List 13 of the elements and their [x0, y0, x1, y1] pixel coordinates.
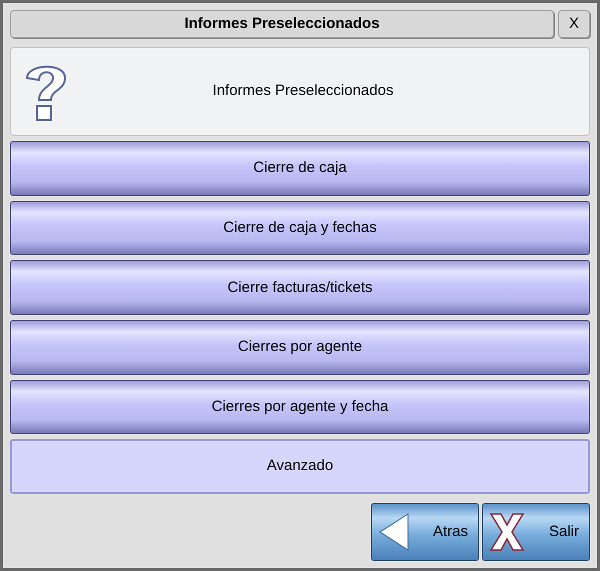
x-icon — [489, 512, 525, 551]
exit-button[interactable]: Salir — [482, 502, 590, 561]
left-triangle-icon — [378, 512, 410, 551]
close-button[interactable]: X — [558, 10, 590, 38]
report-option-button[interactable]: Cierre de caja — [10, 141, 590, 196]
report-option-button[interactable]: Cierre de caja y fechas — [10, 200, 590, 256]
report-option-button[interactable]: Avanzado — [10, 439, 590, 494]
report-option-button[interactable]: Cierres por agente — [10, 320, 590, 375]
window-title: Informes Preseleccionados — [10, 10, 554, 38]
report-option-button[interactable]: Cierre facturas/tickets — [10, 260, 590, 316]
report-option-button[interactable]: Cierres por agente y fecha — [10, 380, 590, 434]
back-button[interactable]: Atras — [371, 502, 479, 561]
header-text: Informes Preseleccionados — [212, 81, 394, 102]
